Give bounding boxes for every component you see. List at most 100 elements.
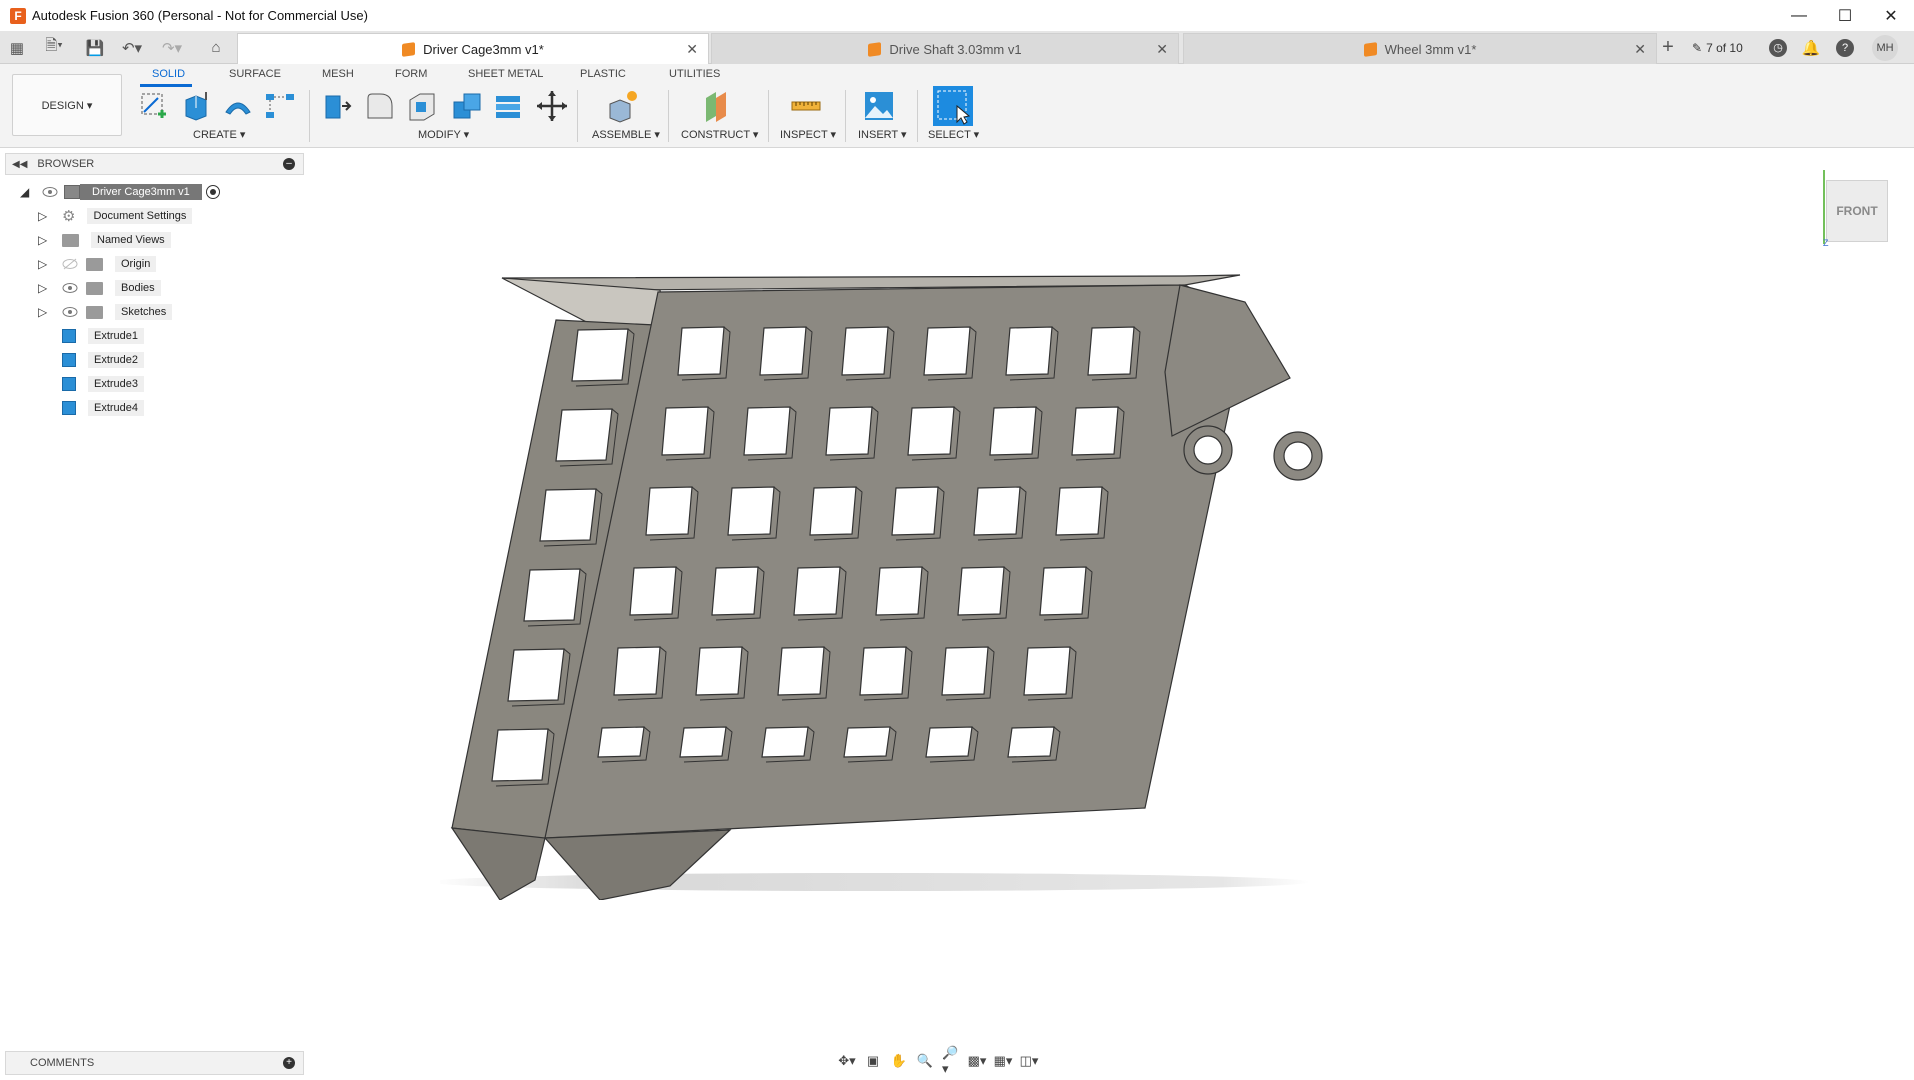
new-component-icon[interactable] — [604, 88, 640, 124]
add-comment-icon[interactable]: + — [283, 1057, 295, 1069]
clock-icon[interactable]: ◷ — [1769, 38, 1787, 57]
combine-icon[interactable] — [448, 88, 484, 124]
tab-drive-shaft[interactable]: Drive Shaft 3.03mm v1 ✕ — [711, 33, 1179, 64]
window-cutout — [761, 726, 809, 758]
display-settings-icon[interactable]: ▩▾ — [968, 1052, 987, 1070]
activate-radio-icon[interactable] — [205, 185, 220, 199]
minimize-button[interactable]: — — [1776, 0, 1822, 31]
feature-extrude4[interactable]: Extrude4 — [62, 397, 145, 419]
viewport-model[interactable] — [440, 260, 1340, 900]
tab-form[interactable]: FORM — [395, 68, 427, 80]
tab-surface[interactable]: SURFACE — [229, 68, 281, 80]
job-status[interactable]: ✎ 7 of 10 — [1692, 31, 1743, 64]
tab-utilities[interactable]: UTILITIES — [669, 68, 720, 80]
window-cutout — [941, 646, 989, 696]
window-cutout — [523, 568, 581, 622]
window-cutout — [875, 566, 923, 616]
browser-item-bodies[interactable]: ▷ Bodies — [38, 277, 161, 299]
viewcube[interactable]: FRONT — [1826, 180, 1888, 242]
home-icon[interactable]: ⌂ — [204, 31, 228, 64]
feature-extrude3[interactable]: Extrude3 — [62, 373, 145, 395]
construct-menu[interactable]: CONSTRUCT ▾ — [681, 128, 758, 141]
close-tab-icon[interactable]: ✕ — [1156, 41, 1168, 58]
new-tab-plus-icon[interactable]: + — [1656, 31, 1680, 64]
offset-plane-icon[interactable] — [698, 88, 734, 124]
notification-bell-icon[interactable]: 🔔 — [1802, 31, 1821, 64]
document-tab-bar: ▦ 🗎▾ 💾 ↶▾ ↷▾ ⌂ Driver Cage3mm v1* ✕ Driv… — [0, 31, 1914, 64]
inspect-menu[interactable]: INSPECT ▾ — [780, 128, 836, 141]
browser-root-row[interactable]: ◢ Driver Cage3mm v1 — [20, 181, 220, 203]
tab-wheel[interactable]: Wheel 3mm v1* ✕ — [1183, 33, 1657, 64]
file-menu-icon[interactable]: 🗎▾ — [38, 31, 70, 64]
pan-icon[interactable]: ✋ — [890, 1052, 908, 1070]
orbit-icon[interactable]: ✥▾ — [838, 1052, 856, 1070]
root-component-label[interactable]: Driver Cage3mm v1 — [80, 184, 202, 200]
close-tab-icon[interactable]: ✕ — [1634, 41, 1646, 58]
tab-mesh[interactable]: MESH — [322, 68, 354, 80]
zoom-icon[interactable]: 🔍 — [916, 1052, 934, 1070]
feature-extrude2[interactable]: Extrude2 — [62, 349, 145, 371]
window-cutout — [1071, 406, 1119, 456]
select-menu[interactable]: SELECT ▾ — [928, 128, 979, 141]
maximize-button[interactable]: ☐ — [1822, 0, 1868, 31]
move-icon[interactable] — [534, 88, 570, 124]
insert-menu[interactable]: INSERT ▾ — [858, 128, 907, 141]
visibility-eye-icon[interactable] — [62, 306, 78, 318]
modify-menu[interactable]: MODIFY ▾ — [418, 128, 469, 141]
expand-triangle-icon[interactable]: ▷ — [38, 257, 52, 271]
window-cutout — [695, 646, 743, 696]
window-cutout — [957, 566, 1005, 616]
redo-icon[interactable]: ↷▾ — [156, 31, 188, 64]
assemble-menu[interactable]: ASSEMBLE ▾ — [592, 128, 660, 141]
folder-icon — [62, 233, 79, 247]
folder-icon — [86, 305, 103, 319]
extrude-icon[interactable] — [178, 88, 214, 124]
expand-triangle-icon[interactable]: ▷ — [38, 281, 52, 295]
browser-item-named-views[interactable]: ▷ Named Views — [38, 229, 171, 251]
data-panel-grid-icon[interactable]: ▦ — [6, 31, 28, 64]
browser-item-document-settings[interactable]: ▷ ⚙ Document Settings — [38, 205, 193, 227]
feature-extrude1[interactable]: Extrude1 — [62, 325, 145, 347]
component-icon — [868, 41, 882, 57]
grid-snaps-icon[interactable]: ▦▾ — [994, 1052, 1013, 1070]
tab-plastic[interactable]: PLASTIC — [580, 68, 626, 80]
insert-image-icon[interactable] — [861, 88, 897, 124]
fit-icon[interactable]: 🔎▾ — [942, 1045, 960, 1076]
scale-icon[interactable] — [490, 88, 526, 124]
pattern-icon[interactable] — [262, 88, 298, 124]
tab-solid[interactable]: SOLID — [152, 68, 185, 80]
expand-triangle-icon[interactable]: ▷ — [38, 305, 52, 319]
fillet-icon[interactable] — [362, 88, 398, 124]
browser-item-origin[interactable]: ▷ Origin — [38, 253, 157, 275]
browser-item-sketches[interactable]: ▷ Sketches — [38, 301, 173, 323]
collapse-triangle-icon[interactable]: ◢ — [20, 185, 34, 199]
tab-driver-cage[interactable]: Driver Cage3mm v1* ✕ — [237, 33, 709, 64]
window-cutout — [1087, 326, 1135, 376]
press-pull-icon[interactable] — [318, 88, 354, 124]
workspace-switcher-button[interactable]: DESIGN ▾ — [12, 74, 122, 136]
visibility-eye-icon[interactable] — [62, 282, 78, 294]
create-sketch-icon[interactable] — [136, 88, 172, 124]
create-menu[interactable]: CREATE ▾ — [193, 128, 245, 141]
active-tab-indicator — [140, 84, 192, 87]
user-avatar[interactable]: MH — [1872, 34, 1898, 61]
collapse-panel-icon[interactable]: ◀◀ — [12, 159, 27, 170]
shell-icon[interactable] — [404, 88, 440, 124]
close-tab-icon[interactable]: ✕ — [686, 41, 698, 58]
save-icon[interactable]: 💾 — [84, 31, 106, 64]
look-at-icon[interactable]: ▣ — [864, 1052, 882, 1070]
revolve-icon[interactable] — [220, 88, 256, 124]
help-icon[interactable]: ? — [1836, 38, 1854, 57]
viewcube-y-axis — [1823, 170, 1825, 244]
undo-icon[interactable]: ↶▾ — [116, 31, 148, 64]
select-icon[interactable] — [933, 86, 973, 126]
tab-sheet-metal[interactable]: SHEET METAL — [468, 68, 543, 80]
hidden-eye-icon[interactable] — [62, 258, 78, 270]
viewports-icon[interactable]: ◫▾ — [1020, 1052, 1039, 1070]
minimize-panel-icon[interactable]: – — [283, 158, 295, 170]
expand-triangle-icon[interactable]: ▷ — [38, 209, 52, 223]
visibility-eye-icon[interactable] — [42, 186, 58, 198]
expand-triangle-icon[interactable]: ▷ — [38, 233, 52, 247]
measure-icon[interactable] — [788, 88, 824, 124]
close-window-button[interactable]: ✕ — [1868, 0, 1914, 31]
